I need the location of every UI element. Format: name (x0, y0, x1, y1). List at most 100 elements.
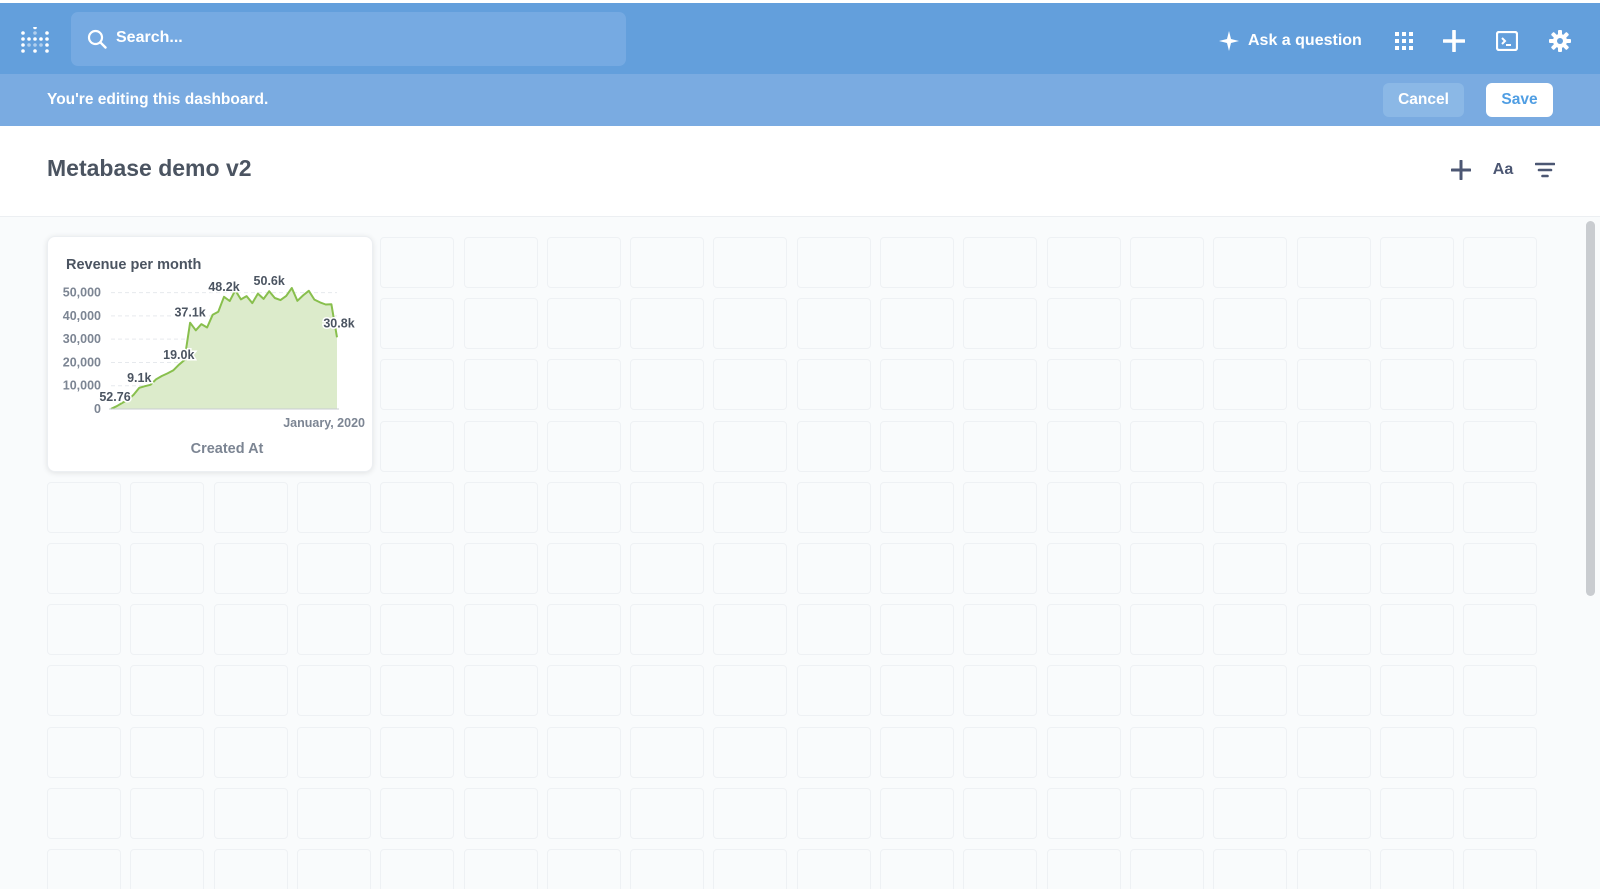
grid-placeholder-cell (796, 237, 871, 288)
cancel-button[interactable]: Cancel (1383, 83, 1464, 117)
grid-placeholder-cell (1463, 787, 1538, 839)
grid-placeholder-cell (1379, 787, 1454, 839)
grid-placeholder-cell (546, 665, 621, 717)
grid-placeholder-cell (1129, 481, 1204, 533)
grid-placeholder-cell (1213, 420, 1288, 472)
dashboard-card[interactable]: Revenue per month 50,000 40,000 30,000 20,0… (47, 236, 373, 472)
grid-placeholder-cell (1379, 543, 1454, 594)
dashboard-title[interactable]: Metabase demo v2 (47, 155, 252, 182)
grid-placeholder-cell (463, 787, 538, 839)
grid-placeholder-cell (1463, 849, 1538, 889)
grid-placeholder-cell (963, 665, 1038, 717)
grid-placeholder-cell (546, 849, 621, 889)
page-scrollbar[interactable] (1586, 221, 1595, 596)
chart-data-label: 19.0k (163, 348, 194, 362)
dashboard-canvas: Revenue per month 50,000 40,000 30,000 20,0… (0, 217, 1600, 889)
add-card-icon[interactable] (1450, 156, 1472, 184)
chart-data-label: 9.1k (127, 371, 151, 385)
grid-placeholder-cell (463, 359, 538, 411)
grid-placeholder-cell (1213, 237, 1288, 288)
grid-placeholder-cell (1213, 604, 1288, 656)
grid-placeholder-cell (630, 359, 705, 411)
grid-placeholder-cell (130, 787, 205, 839)
save-button[interactable]: Save (1486, 83, 1553, 117)
grid-placeholder-cell (1129, 237, 1204, 288)
grid-placeholder-cell (713, 849, 788, 889)
grid-placeholder-cell (1296, 237, 1371, 288)
grid-placeholder-cell (1296, 481, 1371, 533)
grid-placeholder-cell (1213, 849, 1288, 889)
revenue-area-chart: 50,000 40,000 30,000 20,000 10,000 0 52.76 9.1… (63, 273, 365, 457)
grid-placeholder-cell (963, 420, 1038, 472)
grid-placeholder-cell (1463, 420, 1538, 472)
grid-placeholder-cell (796, 849, 871, 889)
grid-placeholder-cell (1379, 237, 1454, 288)
gear-icon[interactable] (1547, 28, 1573, 54)
grid-placeholder-cell (713, 420, 788, 472)
grid-placeholder-cell (130, 849, 205, 889)
grid-placeholder-cell (380, 543, 455, 594)
grid-placeholder-cell (1046, 359, 1121, 411)
search-input[interactable]: Search... (71, 12, 626, 66)
grid-placeholder-cell (1463, 604, 1538, 656)
grid-placeholder-cell (963, 237, 1038, 288)
grid-placeholder-cell (1046, 726, 1121, 778)
grid-placeholder-cell (713, 298, 788, 350)
metabase-logo-icon[interactable] (20, 27, 50, 57)
grid-placeholder-cell (1213, 665, 1288, 717)
search-placeholder: Search... (116, 29, 183, 46)
grid-placeholder-cell (1379, 604, 1454, 656)
grid-placeholder-cell (546, 237, 621, 288)
terminal-icon[interactable] (1494, 28, 1520, 54)
ask-question-button[interactable]: Ask a question (1219, 29, 1362, 53)
grid-placeholder-cell (880, 604, 954, 656)
grid-placeholder-cell (1296, 420, 1371, 472)
chart-area-fill (111, 288, 337, 409)
grid-placeholder-cell (796, 543, 871, 594)
grid-placeholder-cell (1129, 298, 1204, 350)
grid-placeholder-cell (463, 665, 538, 717)
grid-placeholder-cell (630, 604, 705, 656)
grid-placeholder-cell (296, 787, 371, 839)
grid-placeholder-cell (1463, 543, 1538, 594)
grid-placeholder-cell (47, 481, 121, 533)
grid-placeholder-cell (796, 481, 871, 533)
grid-placeholder-cell (1463, 237, 1538, 288)
grid-placeholder-cell (1296, 359, 1371, 411)
chart-x-tick-label: January, 2020 (283, 416, 365, 430)
add-text-button[interactable]: Aa (1491, 156, 1515, 184)
grid-placeholder-cell (796, 665, 871, 717)
top-nav: Search... Ask a question (0, 0, 1600, 74)
grid-placeholder-cell (296, 543, 371, 594)
sparkle-icon (1219, 31, 1239, 51)
grid-placeholder-cell (1379, 849, 1454, 889)
grid-placeholder-cell (380, 481, 455, 533)
grid-placeholder-cell (963, 359, 1038, 411)
grid-placeholder-cell (1129, 787, 1204, 839)
filter-icon[interactable] (1534, 156, 1556, 184)
grid-placeholder-cell (963, 787, 1038, 839)
grid-placeholder-cell (1379, 420, 1454, 472)
chart-data-label: 48.2k (208, 280, 239, 294)
grid-placeholder-cell (380, 665, 455, 717)
grid-placeholder-cell (1046, 543, 1121, 594)
grid-placeholder-cell (1379, 481, 1454, 533)
grid-placeholder-cell (880, 726, 954, 778)
chart-data-label: 50.6k (254, 274, 285, 288)
grid-placeholder-cell (1129, 359, 1204, 411)
grid-placeholder-cell (880, 849, 954, 889)
grid-placeholder-cell (380, 359, 455, 411)
grid-placeholder-cell (796, 420, 871, 472)
ask-question-label: Ask a question (1248, 32, 1362, 49)
plus-icon[interactable] (1441, 28, 1467, 54)
grid-placeholder-cell (1129, 726, 1204, 778)
grid-placeholder-cell (380, 726, 455, 778)
grid-placeholder-cell (630, 726, 705, 778)
grid-placeholder-cell (1379, 665, 1454, 717)
chart-data-label: 30.8k (323, 316, 354, 330)
grid-placeholder-cell (296, 665, 371, 717)
grid-icon[interactable] (1391, 28, 1417, 54)
chart-y-tick-label: 40,000 (63, 309, 101, 323)
grid-placeholder-cell (213, 787, 288, 839)
grid-placeholder-cell (47, 543, 121, 594)
